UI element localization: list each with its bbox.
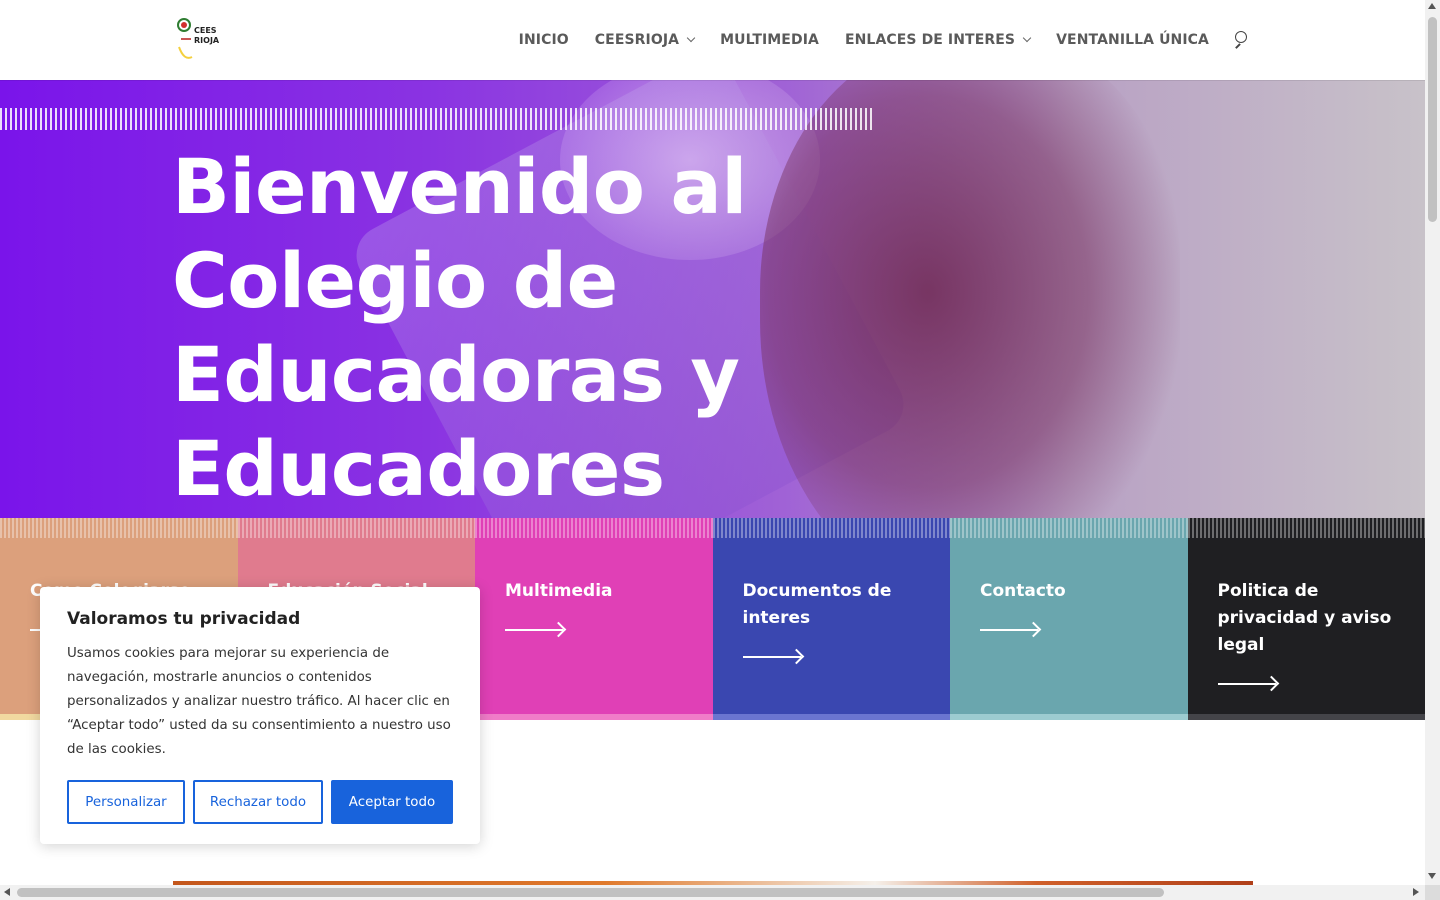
cookie-buttons: Personalizar Rechazar todo Aceptar todo (67, 780, 461, 824)
card-documentos-de-interes[interactable]: Documentos de interes (712, 518, 950, 720)
card-title: Contacto (980, 581, 1066, 601)
accept-all-button[interactable]: Aceptar todo (331, 780, 453, 824)
card-title: Multimedia (505, 581, 613, 601)
cookie-title: Valoramos tu privacidad (67, 609, 301, 629)
vertical-scroll-thumb[interactable] (1428, 17, 1437, 222)
logo-icon: CEES RIOJA (177, 18, 220, 59)
site-header: CEES RIOJA INICIO CEESRIOJA MULTIMEDIA E… (0, 0, 1425, 80)
card-stripe (0, 518, 238, 538)
nav-item-enlaces-de-interes[interactable]: ENLACES DE INTERES (844, 32, 1032, 48)
cookie-consent-dialog: Valoramos tu privacidad Usamos cookies p… (40, 587, 480, 844)
card-multimedia[interactable]: Multimedia (475, 518, 713, 720)
svg-text:RIOJA: RIOJA (194, 36, 220, 45)
search-handle (1235, 43, 1241, 49)
nav-item-ceesrioja[interactable]: CEESRIOJA (594, 32, 696, 48)
main-nav: INICIO CEESRIOJA MULTIMEDIA ENLACES DE I… (493, 0, 1253, 80)
card-stripe (237, 518, 475, 538)
chevron-down-icon (686, 33, 696, 43)
card-title: Documentos de interes (742, 581, 892, 628)
hero-title: Bienvenido al Colegio de Educadoras y Ed… (172, 142, 747, 513)
nav-item-multimedia[interactable]: MULTIMEDIA (720, 32, 819, 48)
scrollbar-corner (1425, 885, 1440, 900)
page-viewport: CEES RIOJA INICIO CEESRIOJA MULTIMEDIA E… (0, 0, 1425, 885)
scroll-up-icon[interactable] (1428, 3, 1436, 9)
card-bottom-bar (712, 714, 950, 720)
card-stripe (1187, 518, 1425, 538)
card-bottom-bar (1187, 714, 1425, 720)
site-logo[interactable]: CEES RIOJA (175, 17, 223, 63)
search-lens (1235, 31, 1247, 43)
card-title: Politica de privacidad y aviso legal (1217, 581, 1392, 655)
scroll-left-icon[interactable] (4, 888, 10, 896)
card-politica-de-privacidad[interactable]: Politica de privacidad y aviso legal (1187, 518, 1425, 720)
nav-item-ventanilla-unica[interactable]: VENTANILLA ÚNICA (1056, 32, 1209, 48)
nav-item-inicio[interactable]: INICIO (519, 32, 569, 48)
hero-banner: Bienvenido al Colegio de Educadoras y Ed… (0, 80, 1425, 518)
nav-item-label: VENTANILLA ÚNICA (1056, 32, 1209, 48)
hero-stripe-decoration (0, 108, 873, 130)
card-contacto[interactable]: Contacto (950, 518, 1188, 720)
reject-all-button[interactable]: Rechazar todo (193, 780, 323, 824)
svg-text:CEES: CEES (194, 26, 217, 35)
nav-item-label: MULTIMEDIA (720, 32, 819, 48)
cookie-text: Usamos cookies para mejorar su experienc… (67, 646, 451, 757)
arrow-right-icon (742, 648, 804, 665)
nav-item-label: INICIO (518, 32, 569, 48)
nav-item-label: CEESRIOJA (594, 32, 680, 48)
arrow-right-icon (980, 621, 1042, 638)
card-stripe (950, 518, 1188, 538)
card-bottom-bar (475, 714, 713, 720)
horizontal-scroll-thumb[interactable] (17, 888, 1164, 897)
card-stripe (475, 518, 713, 538)
arrow-right-icon (1217, 675, 1279, 692)
arrow-right-icon (505, 621, 567, 638)
vertical-scrollbar[interactable] (1425, 0, 1440, 885)
card-bottom-bar (950, 714, 1188, 720)
scroll-down-icon[interactable] (1428, 873, 1436, 879)
card-stripe (712, 518, 950, 538)
nav-item-label: ENLACES DE INTERES (844, 32, 1016, 48)
chevron-down-icon (1022, 33, 1032, 43)
customize-button[interactable]: Personalizar (67, 780, 185, 824)
horizontal-scrollbar[interactable] (0, 885, 1425, 900)
scroll-right-icon[interactable] (1413, 888, 1419, 896)
search-icon[interactable] (1231, 29, 1253, 51)
